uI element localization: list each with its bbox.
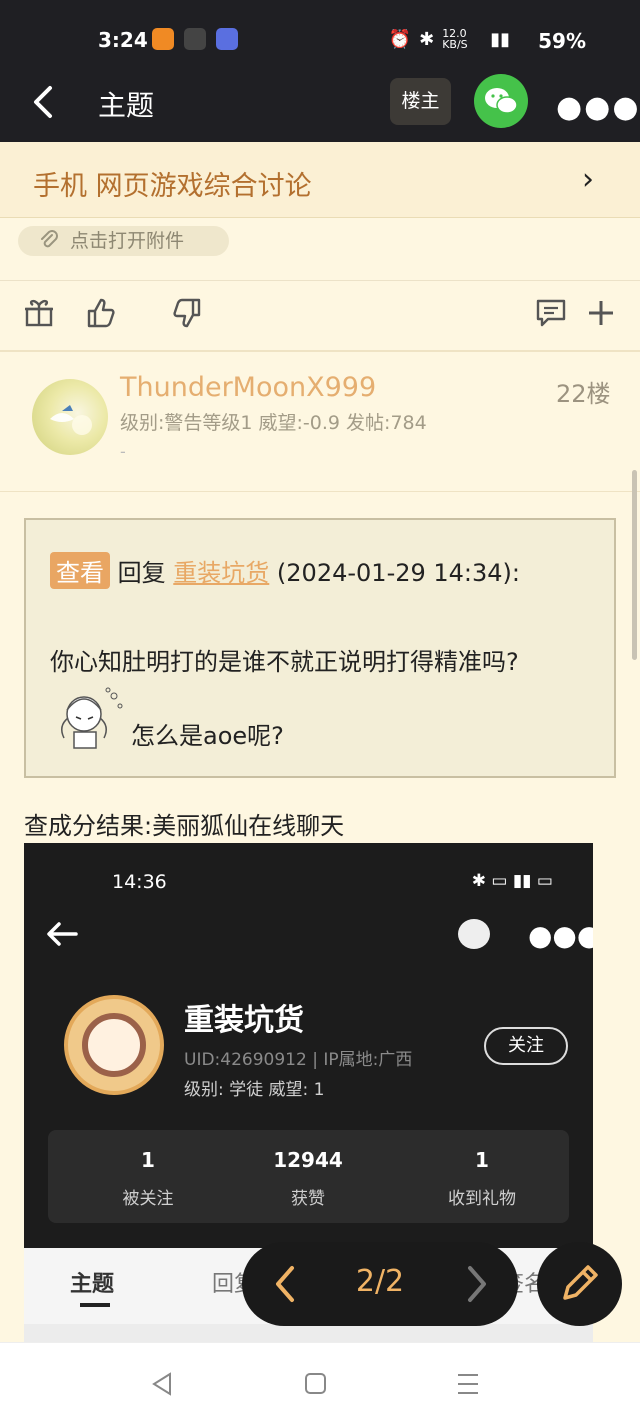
shot-back-arrow-icon [47, 922, 78, 946]
status-indicators: ⏰ ✱ 12.0 KB/S ▮▮ [389, 28, 510, 50]
shot-username: 重装坑货 [184, 1003, 304, 1038]
alarm-icon: ⏰ [388, 28, 412, 50]
open-attachment-button[interactable]: 点击打开附件 [18, 226, 229, 256]
notification-app-icon-2 [216, 28, 238, 50]
shot-chat-icon [458, 919, 490, 949]
page-title: 主题 [98, 89, 155, 122]
attachment-label: 点击打开附件 [70, 230, 185, 252]
stat-label: 被关注 [122, 1189, 174, 1209]
thumbs-up-icon[interactable] [84, 296, 118, 330]
nav-menu-icon[interactable] [456, 1371, 480, 1397]
thumbs-down-icon[interactable] [170, 296, 204, 330]
user-avatar[interactable] [32, 379, 108, 455]
floor-number: 22楼 [556, 380, 611, 408]
stat-label: 获赞 [291, 1189, 325, 1209]
quote-time: (2024-01-29 14:34): [276, 559, 521, 587]
shot-stats-panel: 1 被关注 12944 获赞 1 收到礼物 [48, 1130, 569, 1223]
quote-block: 查看 回复 重装坑货 (2024-01-29 14:34): 你心知肚明打的是谁… [24, 518, 616, 778]
page-navigator: 2/2 [242, 1242, 518, 1326]
post-text: 查成分结果:美丽狐仙在线聊天 [24, 812, 345, 840]
comment-icon[interactable] [534, 296, 568, 330]
gift-icon[interactable] [22, 296, 56, 330]
shot-tab-underline [80, 1303, 110, 1307]
wechat-share-button[interactable] [474, 74, 528, 128]
post-header: ThunderMoonX999 级别:警告等级1 威望:-0.9 发帖:784 … [0, 352, 640, 492]
scrollbar[interactable] [632, 470, 637, 660]
plus-icon[interactable] [584, 296, 618, 330]
top-nav-bar: 主题 楼主 ●●● [0, 62, 640, 142]
stat-number: 1 [141, 1148, 155, 1172]
system-nav-bar [0, 1342, 640, 1422]
shot-level: 级别: 学徒 威望: 1 [184, 1080, 325, 1100]
notification-app-icon [152, 28, 174, 50]
divider [0, 280, 640, 281]
stat-label: 收到礼物 [448, 1189, 516, 1209]
bluetooth-icon: ✱ [419, 28, 435, 50]
next-page-icon[interactable] [464, 1262, 488, 1306]
anime-sticker-icon [61, 687, 123, 749]
view-quote-button[interactable]: 查看 [50, 552, 110, 589]
shot-follow-button: 关注 [484, 1027, 568, 1065]
more-options-icon[interactable]: ●●● [556, 90, 640, 125]
shot-status-time: 14:36 [112, 871, 167, 893]
stat-number: 12944 [273, 1148, 343, 1172]
post-body: 查看 回复 重装坑货 (2024-01-29 14:34): 你心知肚明打的是谁… [0, 492, 640, 1342]
reply-word: 回复 [117, 559, 166, 587]
signal-icon: ▮▮ [490, 28, 510, 50]
quoted-user-link[interactable]: 重装坑货 [173, 559, 269, 587]
paperclip-icon [41, 230, 58, 248]
status-time: 3:24 [98, 28, 148, 52]
shot-more-icon: ●●● [528, 919, 593, 952]
pencil-icon [563, 1265, 598, 1300]
shot-status-icons: ✱ ▭ ▮▮ ▭ [471, 871, 553, 891]
shot-uid: UID:42690912 | IP属地:广西 [184, 1050, 413, 1070]
stat-number: 1 [475, 1148, 489, 1172]
network-speed: 12.0 KB/S [442, 27, 468, 51]
user-stats: 级别:警告等级1 威望:-0.9 发帖:784 [120, 412, 427, 434]
forum-name: 手机 网页游戏综合讨论 [33, 171, 312, 202]
reply-edit-button[interactable] [537, 1242, 622, 1326]
wechat-icon [485, 88, 518, 114]
previous-post-footer: 点击打开附件 [0, 218, 640, 352]
shot-stat-gifts: 1 收到礼物 [422, 1148, 542, 1209]
quote-header: 查看 回复 重装坑货 (2024-01-29 14:34): [50, 552, 520, 589]
quote-line-2: 怎么是aoe呢? [131, 722, 284, 750]
chevron-right-icon: › [582, 162, 594, 197]
shot-stat-followers: 1 被关注 [88, 1148, 208, 1209]
quote-line-1: 你心知肚明打的是谁不就正说明打得精准吗? [50, 648, 519, 676]
avatar-image [50, 405, 92, 435]
op-only-button[interactable]: 楼主 [390, 78, 451, 125]
nav-home-icon[interactable] [303, 1371, 327, 1397]
nav-back-icon[interactable] [150, 1371, 174, 1397]
shot-stat-likes: 12944 获赞 [248, 1148, 368, 1209]
shot-avatar [64, 995, 164, 1095]
battery-level: 59% [538, 29, 586, 53]
shot-tab-topics: 主题 [70, 1272, 115, 1297]
post-username[interactable]: ThunderMoonX999 [120, 372, 376, 403]
user-signature: - [120, 442, 126, 461]
notification-hand-icon [184, 28, 206, 50]
status-app-icons [152, 28, 238, 50]
shot-content-card [24, 1324, 593, 1342]
forum-breadcrumb[interactable]: 手机 网页游戏综合讨论 › [0, 142, 640, 218]
back-arrow-icon[interactable] [30, 82, 58, 122]
